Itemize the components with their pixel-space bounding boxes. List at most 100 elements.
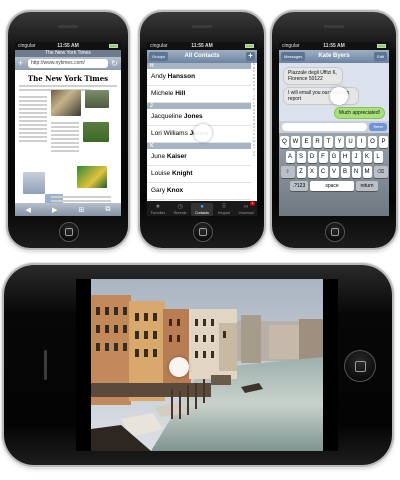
space-key[interactable]: space [310, 181, 354, 191]
keyboard-row: QWERTYUIOP [279, 136, 389, 148]
touch-indicator [330, 87, 348, 105]
safari-screen: cingular 11:55 AM The New York Times + h… [15, 42, 121, 216]
key-q[interactable]: Q [280, 136, 289, 148]
contact-first-name: Louise [151, 170, 171, 177]
tab-label: Favorites [150, 211, 166, 215]
contact-row[interactable]: Michele Hill [147, 86, 251, 103]
index-letter[interactable]: # [251, 153, 257, 158]
person-icon: ● [200, 204, 204, 210]
battery-icon [109, 44, 118, 48]
key-v[interactable]: V [329, 166, 339, 178]
contact-row[interactable]: June Kaiser [147, 149, 251, 166]
contact-row[interactable]: Andy Hansson [147, 69, 251, 86]
home-button[interactable] [325, 222, 345, 242]
battery-icon [377, 44, 386, 48]
return-key[interactable]: return [356, 181, 378, 191]
tab-contacts[interactable]: ● Contacts [191, 203, 213, 216]
keypad-icon: ⠿ [221, 204, 227, 210]
shift-key[interactable]: ⇧ [280, 166, 295, 178]
key-p[interactable]: P [379, 136, 388, 148]
back-icon[interactable]: ◀ [26, 206, 31, 214]
key-s[interactable]: S [296, 151, 306, 163]
contact-row[interactable]: Gary Knox [147, 183, 251, 200]
venice-canal-photo[interactable] [91, 279, 323, 451]
key-o[interactable]: O [368, 136, 377, 148]
key-h[interactable]: H [340, 151, 350, 163]
key-l[interactable]: L [373, 151, 383, 163]
key-f[interactable]: F [318, 151, 328, 163]
key-z[interactable]: Z [296, 166, 306, 178]
speaker-grille [44, 350, 47, 380]
home-button[interactable] [193, 222, 213, 242]
compose-bar: Send [279, 121, 389, 133]
incoming-message: Piazzale degli Uffizi 6, Florence 50122 [283, 67, 343, 85]
web-content[interactable]: The New York Times [15, 70, 121, 203]
text-column [19, 94, 47, 144]
key-n[interactable]: N [351, 166, 361, 178]
site-logo: The New York Times [27, 74, 109, 83]
key-e[interactable]: E [302, 136, 311, 148]
key-b[interactable]: B [340, 166, 350, 178]
home-button[interactable] [344, 350, 376, 382]
speaker-grille [58, 25, 78, 28]
contact-last-name: Knox [166, 187, 184, 194]
star-icon: ★ [155, 204, 161, 210]
url-field[interactable]: http://www.nytimes.com/ [28, 59, 108, 68]
bookmarks-icon[interactable]: ⊞ [78, 206, 84, 214]
tab-label: Contacts [195, 211, 209, 215]
key-x[interactable]: X [307, 166, 317, 178]
delete-key[interactable]: ⌫ [373, 166, 388, 178]
key-g[interactable]: G [329, 151, 339, 163]
tab-recents[interactable]: ◷ Recents [169, 203, 191, 216]
key-u[interactable]: U [346, 136, 355, 148]
key-m[interactable]: M [362, 166, 372, 178]
keyboard-row: ASDFGHJKL [279, 151, 389, 163]
phone-landscape-photo [4, 265, 392, 465]
key-i[interactable]: I [357, 136, 366, 148]
text-column [51, 120, 79, 154]
key-c[interactable]: C [318, 166, 328, 178]
outgoing-message: Much appreciated! [333, 107, 385, 119]
keyboard-row: ⇧ Z X C V B N M ⌫ [279, 166, 389, 178]
tab-favorites[interactable]: ★ Favorites [147, 203, 169, 216]
forward-icon[interactable]: ▶ [52, 206, 57, 214]
alphabet-index[interactable]: A B C D E F G H I J K L M N O P Q R S T U V W X Y Z # [251, 63, 257, 201]
tab-bar: ★ Favorites ◷ Recents ● Contacts ⠿ Keypad ∞ Voice… [147, 201, 257, 216]
keyboard-row: .?123 space return [279, 181, 389, 191]
plus-icon[interactable]: + [18, 58, 23, 69]
voicemail-badge: 1 [250, 201, 255, 206]
status-bar: cingular 11:55 AM [15, 42, 121, 50]
key-a[interactable]: A [285, 151, 295, 163]
key-t[interactable]: T [324, 136, 333, 148]
groups-button[interactable]: Groups [149, 52, 169, 61]
key-j[interactable]: J [351, 151, 361, 163]
pages-icon[interactable]: ⧉ [105, 206, 110, 214]
sms-nav-bar: Messages Kate Byers Edit [279, 50, 389, 63]
contact-row[interactable]: Jacqueline Jones [147, 109, 251, 126]
key-y[interactable]: Y [335, 136, 344, 148]
key-k[interactable]: K [362, 151, 372, 163]
speaker-grille [324, 25, 344, 28]
news-photo [77, 166, 107, 188]
tab-label: Voicemail [238, 211, 254, 215]
photo-viewer[interactable] [76, 279, 338, 451]
messages-back-button[interactable]: Messages [281, 52, 306, 61]
edit-button[interactable]: Edit [374, 52, 387, 61]
add-contact-button[interactable]: + [246, 52, 255, 61]
key-r[interactable]: R [313, 136, 322, 148]
reload-icon[interactable]: ↻ [111, 58, 118, 69]
message-input[interactable] [282, 123, 367, 131]
send-button[interactable]: Send [369, 123, 387, 131]
tab-keypad[interactable]: ⠿ Keypad [213, 203, 235, 216]
contact-last-name: Hansson [167, 73, 196, 80]
contact-first-name: Andy [151, 73, 166, 80]
tab-voicemail[interactable]: ∞ Voicemail 1 [235, 201, 257, 216]
page-title: The New York Times [15, 50, 121, 57]
contact-row[interactable]: Louise Knight [147, 166, 251, 183]
key-d[interactable]: D [307, 151, 317, 163]
home-button[interactable] [59, 222, 79, 242]
clock-label: 11:55 AM [191, 43, 213, 49]
numbers-key[interactable]: .?123 [290, 181, 308, 191]
contacts-nav-bar: Groups All Contacts + [147, 50, 257, 63]
key-w[interactable]: W [291, 136, 300, 148]
